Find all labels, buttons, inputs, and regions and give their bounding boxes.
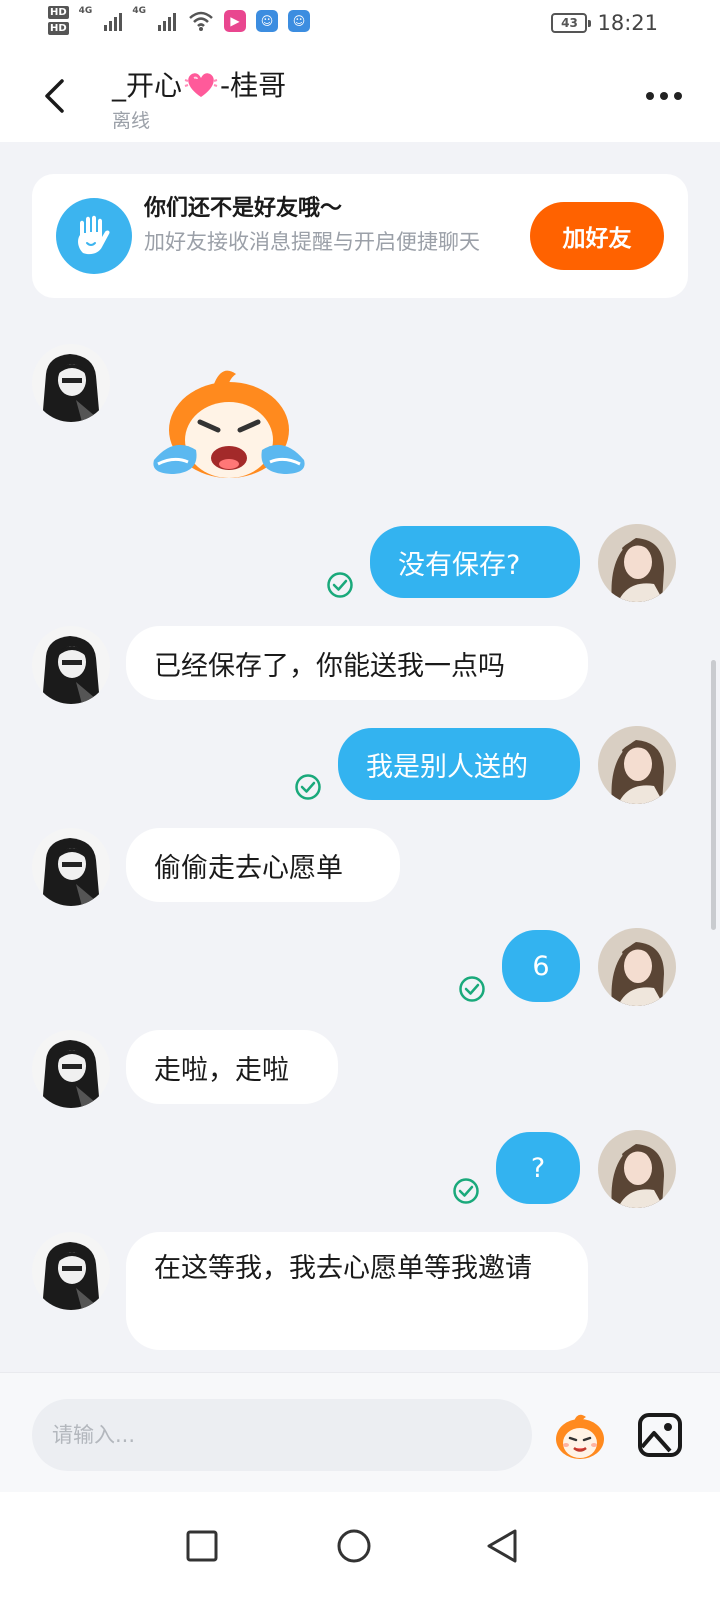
signal-icon — [104, 11, 123, 31]
not-friend-subtitle: 加好友接收消息提醒与开启便捷聊天 — [144, 230, 480, 254]
heart-icon — [184, 73, 218, 97]
add-friend-button[interactable]: 加好友 — [530, 202, 664, 270]
hd-badge: HD — [48, 6, 69, 19]
my-avatar[interactable] — [598, 1130, 676, 1208]
online-status: 离线 — [112, 110, 151, 132]
system-nav-bar — [0, 1492, 720, 1600]
crying-cartoon-sticker[interactable] — [144, 360, 314, 490]
battery-icon: 43 — [551, 13, 592, 33]
read-receipt-icon — [453, 1178, 479, 1204]
network-type-label: 4G — [78, 6, 93, 16]
incoming-message[interactable]: 偷偷走去心愿单 — [126, 828, 400, 902]
hd-badges: HD HD — [48, 6, 69, 35]
more-button[interactable] — [640, 82, 688, 110]
contact-avatar[interactable] — [32, 626, 110, 704]
contact-name: _开心 -桂哥 — [112, 64, 286, 104]
signal-icon — [157, 11, 176, 31]
battery-level: 43 — [561, 16, 578, 30]
my-avatar[interactable] — [598, 726, 676, 804]
status-bar: HD HD 4G 4G ▶ ☺ ☺ 43 18:21 — [0, 0, 720, 50]
outgoing-message[interactable]: 我是别人送的 — [338, 728, 580, 800]
recent-apps-button[interactable] — [178, 1522, 226, 1570]
hd-badge: HD — [48, 22, 69, 35]
scrollbar[interactable] — [711, 660, 716, 930]
contact-name-suffix: -桂哥 — [220, 69, 287, 102]
outgoing-message[interactable]: 没有保存? — [370, 526, 580, 598]
app-notification-icon: ☺ — [287, 9, 310, 32]
my-avatar[interactable] — [598, 928, 676, 1006]
back-nav-button[interactable] — [478, 1522, 526, 1570]
image-button[interactable] — [636, 1411, 684, 1459]
more-dots-icon — [646, 92, 654, 100]
emoji-button[interactable] — [552, 1407, 608, 1463]
my-avatar[interactable] — [598, 524, 676, 602]
triangle-back-icon — [487, 1529, 517, 1563]
chat-header: _开心 -桂哥 离线 — [0, 50, 720, 142]
incoming-message[interactable]: 走啦，走啦 — [126, 1030, 338, 1104]
incoming-message[interactable]: 已经保存了，你能送我一点吗 — [126, 626, 588, 700]
image-icon — [638, 1413, 682, 1457]
status-right: 43 18:21 — [551, 11, 658, 35]
status-indicators: HD HD 4G 4G ▶ ☺ ☺ — [48, 6, 310, 35]
back-button[interactable] — [34, 72, 74, 120]
not-friend-title: 你们还不是好友哦～ — [144, 196, 343, 221]
outgoing-message[interactable]: 6 — [502, 930, 580, 1002]
emoji-mascot-icon — [556, 1414, 604, 1459]
read-receipt-icon — [295, 774, 321, 800]
wifi-icon — [189, 11, 213, 31]
wave-hand-icon — [56, 198, 132, 274]
contact-avatar[interactable] — [32, 1030, 110, 1108]
clock: 18:21 — [597, 11, 658, 35]
video-app-icon: ▶ — [223, 9, 246, 32]
home-button[interactable] — [330, 1522, 378, 1570]
read-receipt-icon — [459, 976, 485, 1002]
network-type-label: 4G — [132, 6, 146, 16]
message-input[interactable] — [32, 1399, 532, 1471]
outgoing-message[interactable]: ? — [496, 1132, 580, 1204]
circle-icon — [337, 1529, 371, 1563]
input-bar — [0, 1372, 720, 1492]
contact-name-prefix: _开心 — [112, 69, 183, 102]
contact-avatar[interactable] — [32, 344, 110, 422]
app-notification-icon: ☺ — [255, 9, 278, 32]
chevron-left-icon — [45, 79, 64, 113]
incoming-message[interactable]: 在这等我，我去心愿单等我邀请 — [126, 1232, 588, 1350]
contact-avatar[interactable] — [32, 828, 110, 906]
contact-avatar[interactable] — [32, 1232, 110, 1310]
read-receipt-icon — [327, 572, 353, 598]
add-friend-card: 你们还不是好友哦～ 加好友接收消息提醒与开启便捷聊天 加好友 — [32, 174, 688, 298]
square-icon — [186, 1530, 218, 1562]
